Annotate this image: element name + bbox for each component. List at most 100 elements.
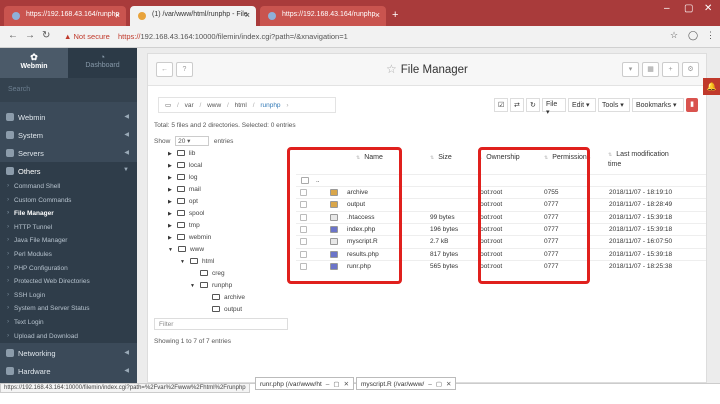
close-tab-icon[interactable]: × xyxy=(375,10,380,20)
tree-node[interactable]: creg xyxy=(200,270,225,277)
back-arrow-icon[interactable]: ← xyxy=(156,62,173,77)
sidebar-cat-networking[interactable]: Networking ◀ xyxy=(0,344,137,362)
file-modified: 2018/11/07 - 15:39:18 xyxy=(609,250,673,258)
sort-icon: ⇅ xyxy=(608,152,613,158)
totals-text: Total: 5 files and 2 directories. Select… xyxy=(154,122,296,129)
sidebar-cat-label: Others xyxy=(18,167,41,176)
dashboard-tab[interactable]: ◔ Dashboard xyxy=(68,48,137,78)
maximize-icon[interactable]: ▢ xyxy=(436,381,442,388)
profile-icon[interactable]: ◯ xyxy=(688,30,698,41)
file-modified: 2018/11/07 - 15:39:18 xyxy=(609,213,673,221)
tree-node[interactable]: ▶ tmp xyxy=(168,222,200,229)
minimize-icon[interactable]: – xyxy=(664,3,670,14)
edit-menu[interactable]: Edit ▾ xyxy=(568,98,596,112)
reload-icon[interactable]: ↻ xyxy=(42,30,50,41)
sidebar-cat-hardware[interactable]: Hardware ◀ xyxy=(0,362,137,380)
grid-icon[interactable]: ▦ xyxy=(642,62,659,77)
tree-node[interactable]: ▼ html xyxy=(180,258,214,265)
column-size[interactable]: ⇅ Size xyxy=(430,154,452,161)
select-all-icon[interactable]: ☑ xyxy=(494,98,508,112)
sidebar-item-http-tunnel[interactable]: HTTP Tunnel xyxy=(0,220,137,235)
file-menu[interactable]: File ▾ xyxy=(542,98,566,116)
sidebar-item-command-shell[interactable]: Command Shell xyxy=(0,180,137,194)
tree-node[interactable]: ▶ lib xyxy=(168,150,195,157)
sidebar-cat-system[interactable]: System ◀ xyxy=(0,126,137,144)
sidebar-cat-webmin[interactable]: Webmin ◀ xyxy=(0,108,137,126)
sidebar-item-upload-download[interactable]: Upload and Download xyxy=(0,329,137,344)
new-tab-icon[interactable]: + xyxy=(392,9,398,21)
minimize-icon[interactable]: – xyxy=(428,381,432,388)
url-field[interactable]: https://192.168.43.164:10000/filemin/ind… xyxy=(118,32,348,41)
webmin-tab[interactable]: ✿ Webmin xyxy=(0,48,68,78)
sidebar-item-perl-modules[interactable]: Perl Modules xyxy=(0,248,137,262)
help-icon[interactable]: ? xyxy=(176,62,193,77)
tree-node[interactable]: ▶ log xyxy=(168,174,198,181)
networking-cat-icon xyxy=(6,349,14,357)
tree-label: archive xyxy=(224,294,245,301)
sidebar-item-file-manager[interactable]: File Manager xyxy=(0,207,137,221)
tree-filter-input[interactable]: Filter xyxy=(154,318,288,330)
tree-node-selected[interactable]: ▼ runphp xyxy=(190,282,232,289)
page-favicon-icon xyxy=(268,12,276,20)
add-icon[interactable]: + xyxy=(662,62,679,77)
settings-gear-icon[interactable]: ⚙ xyxy=(682,62,699,77)
browser-tab-active[interactable]: (1) /var/www/html/runphp - File × xyxy=(130,6,256,26)
dock-window-runr[interactable]: runr.php (/var/www/ht – ▢ ✕ xyxy=(255,377,355,390)
maximize-icon[interactable]: ▢ xyxy=(684,3,693,14)
breadcrumb-current[interactable]: runphp xyxy=(260,102,280,109)
tree-node[interactable]: ▶ opt xyxy=(168,198,198,205)
home-icon[interactable]: ▭ xyxy=(165,102,171,109)
sidebar-cat-servers[interactable]: Servers ◀ xyxy=(0,144,137,162)
breadcrumb-item[interactable]: var xyxy=(185,102,194,109)
sidebar-search-input[interactable]: Search xyxy=(0,78,137,102)
notification-bell-icon[interactable]: 🔔 xyxy=(703,78,720,95)
sidebar-cat-others[interactable]: Others ▼ xyxy=(0,162,137,180)
bookmark-star-icon[interactable]: ☆ xyxy=(670,30,678,41)
sidebar-item-system-server-status[interactable]: System and Server Status xyxy=(0,302,137,316)
breadcrumb-item[interactable]: html xyxy=(235,102,247,109)
close-icon[interactable]: ✕ xyxy=(344,381,349,388)
tree-node[interactable]: ▶ local xyxy=(168,162,202,169)
tree-label: www xyxy=(189,246,205,253)
refresh-icon[interactable]: ↻ xyxy=(526,98,540,112)
browser-tab[interactable]: https://192.168.43.164/runphp × xyxy=(260,6,386,26)
tree-node[interactable]: ▶ mail xyxy=(168,186,201,193)
filter-icon[interactable]: ▾ xyxy=(622,62,639,77)
tree-node[interactable]: archive xyxy=(212,294,245,301)
sidebar-item-java-file-manager[interactable]: Java File Manager xyxy=(0,234,137,248)
back-icon[interactable]: ← xyxy=(8,30,18,41)
not-secure-indicator[interactable]: ▲ Not secure xyxy=(64,32,110,41)
forward-icon[interactable]: → xyxy=(25,30,35,41)
folder-icon xyxy=(176,222,185,228)
invert-selection-icon[interactable]: ⇄ xyxy=(510,98,524,112)
sidebar-item-php-configuration[interactable]: PHP Configuration xyxy=(0,261,137,276)
minimize-icon[interactable]: – xyxy=(326,381,330,388)
tree-node[interactable]: ▶ webmin xyxy=(168,234,211,241)
close-tab-icon[interactable]: × xyxy=(115,10,120,20)
tab-label: https://192.168.43.164/runphp xyxy=(26,11,120,18)
close-icon[interactable]: ✕ xyxy=(446,381,451,388)
close-window-icon[interactable]: ✕ xyxy=(704,3,712,14)
sidebar-item-custom-commands[interactable]: Custom Commands xyxy=(0,193,137,208)
browser-tab[interactable]: https://192.168.43.164/runphp × xyxy=(4,6,126,26)
column-modified[interactable]: ⇅ Last modification time xyxy=(608,150,678,170)
dock-window-myscript[interactable]: myscript.R (/var/www/– ▢ ✕ xyxy=(356,377,457,390)
tree-node[interactable]: output xyxy=(212,306,242,313)
sidebar-item-protected-web-directories[interactable]: Protected Web Directories xyxy=(0,275,137,289)
tree-node[interactable]: ▼ www xyxy=(168,246,204,253)
close-tab-icon[interactable]: × xyxy=(245,10,250,20)
chevron-icon: ◀ xyxy=(124,350,129,356)
page-length-select[interactable]: 20 ▾ xyxy=(175,136,210,146)
tools-menu[interactable]: Tools ▾ xyxy=(598,98,630,112)
sidebar-item-ssh-login[interactable]: SSH Login xyxy=(0,288,137,303)
url-scheme: https:// xyxy=(118,32,141,41)
menu-icon[interactable]: ⋮ xyxy=(706,30,715,41)
maximize-icon[interactable]: ▢ xyxy=(333,381,339,388)
breadcrumb-item[interactable]: www xyxy=(207,102,221,109)
sidebar-item-text-login[interactable]: Text Login xyxy=(0,316,137,330)
file-size: 99 bytes xyxy=(430,213,455,221)
bookmarks-menu[interactable]: Bookmarks ▾ xyxy=(632,98,684,112)
tree-node[interactable]: ▶ spool xyxy=(168,210,204,217)
delete-icon[interactable]: ▮ xyxy=(686,98,698,112)
favorite-star-icon[interactable]: ☆ xyxy=(386,62,397,76)
